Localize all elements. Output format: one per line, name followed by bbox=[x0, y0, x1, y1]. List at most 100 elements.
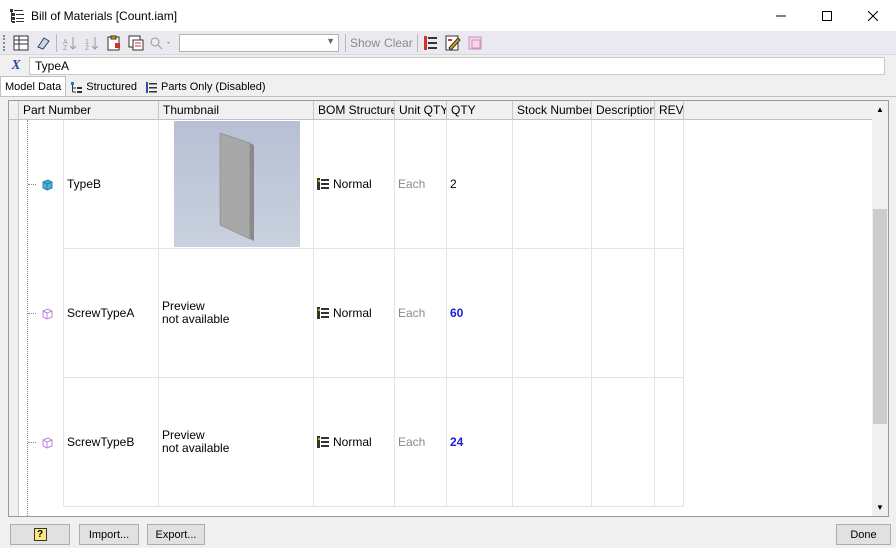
column-header-rev[interactable]: REV bbox=[655, 101, 684, 120]
filter-combo[interactable]: ▼ bbox=[179, 33, 339, 52]
bom-structure-value: Normal bbox=[333, 435, 372, 449]
description-cell[interactable] bbox=[592, 378, 655, 507]
part-number-cell[interactable]: TypeB bbox=[64, 120, 159, 249]
maximize-icon bbox=[822, 10, 832, 21]
tab-model-data[interactable]: Model Data bbox=[0, 76, 67, 96]
preview-line2: not available bbox=[162, 312, 230, 326]
show-button[interactable]: Show bbox=[348, 36, 382, 50]
bom-structure-icon bbox=[317, 178, 329, 190]
header-corner bbox=[9, 101, 19, 120]
bom-grid: Part Number Thumbnail BOM Structure Unit… bbox=[8, 100, 889, 517]
tab-label: Parts Only (Disabled) bbox=[161, 81, 266, 93]
scrollbar-thumb[interactable] bbox=[873, 209, 887, 424]
maximize-button[interactable] bbox=[804, 0, 850, 31]
name-field[interactable]: TypeA bbox=[29, 57, 885, 75]
tab-structured[interactable]: Structured bbox=[66, 78, 141, 96]
choose-columns-button[interactable] bbox=[10, 33, 32, 53]
done-button[interactable]: Done bbox=[836, 524, 891, 545]
scroll-up-button[interactable]: ▲ bbox=[872, 101, 888, 118]
column-header-bom-structure[interactable]: BOM Structure bbox=[314, 101, 395, 120]
export-button[interactable]: Export... bbox=[147, 524, 205, 545]
unit-qty-cell[interactable]: Each bbox=[395, 120, 447, 249]
bom-settings-button[interactable] bbox=[420, 33, 442, 53]
qty-cell[interactable]: 24 bbox=[447, 378, 513, 507]
tab-label: Structured bbox=[86, 81, 138, 93]
toolbar: AZ 12 ▼ Show Clear bbox=[0, 31, 896, 55]
toolbar-separator bbox=[345, 33, 346, 52]
bom-settings-icon bbox=[423, 35, 437, 50]
bom-structure-cell[interactable]: Normal bbox=[314, 378, 395, 507]
part-number-cell[interactable]: ScrewTypeB bbox=[64, 378, 159, 507]
window-title: Bill of Materials [Count.iam] bbox=[31, 8, 178, 23]
bom-structure-cell[interactable]: Normal bbox=[314, 120, 395, 249]
sort-icon: AZ bbox=[63, 36, 77, 51]
qty-cell[interactable]: 2 bbox=[447, 120, 513, 249]
edit-settings-icon bbox=[445, 35, 461, 51]
qty-cell[interactable]: 60 bbox=[447, 249, 513, 378]
disabled-tool-icon bbox=[468, 36, 482, 49]
close-icon bbox=[868, 10, 878, 21]
import-button[interactable]: Import... bbox=[79, 524, 139, 545]
unit-qty-cell[interactable]: Each bbox=[395, 378, 447, 507]
column-header-row: Part Number Thumbnail BOM Structure Unit… bbox=[9, 101, 873, 120]
description-cell[interactable] bbox=[592, 249, 655, 378]
vertical-scrollbar[interactable]: ▲ ▼ bbox=[872, 101, 888, 516]
column-header-part-number[interactable]: Part Number bbox=[19, 101, 159, 120]
sort-button[interactable]: AZ bbox=[59, 33, 81, 53]
column-header-stock-number[interactable]: Stock Number bbox=[513, 101, 592, 120]
close-button[interactable] bbox=[850, 0, 896, 31]
edit-settings-button[interactable] bbox=[442, 33, 464, 53]
part-icon-cell bbox=[29, 378, 64, 507]
tab-strip: Model Data Structured Parts Only (Disabl… bbox=[0, 76, 896, 97]
disabled-tool-button[interactable] bbox=[464, 33, 486, 53]
svg-text:2: 2 bbox=[85, 45, 89, 51]
toolbar-separator bbox=[416, 33, 418, 52]
arrow-up-icon: ▲ bbox=[876, 105, 884, 114]
compare-button[interactable] bbox=[125, 33, 147, 53]
column-header-unit-qty[interactable]: Unit QTY bbox=[395, 101, 447, 120]
table-row[interactable]: ScrewTypeA Preview not available Normal … bbox=[9, 249, 873, 378]
bom-structure-cell[interactable]: Normal bbox=[314, 249, 395, 378]
find-dropdown-icon bbox=[150, 37, 170, 49]
export-bom-button[interactable] bbox=[32, 33, 54, 53]
description-cell[interactable] bbox=[592, 120, 655, 249]
stock-number-cell[interactable] bbox=[513, 249, 592, 378]
arrow-down-icon: ▼ bbox=[876, 503, 884, 512]
svg-text:Z: Z bbox=[63, 45, 68, 51]
unit-qty-cell[interactable]: Each bbox=[395, 249, 447, 378]
bom-structure-value: Normal bbox=[333, 177, 372, 191]
structured-icon bbox=[71, 81, 83, 93]
part-thumbnail bbox=[174, 121, 300, 247]
table-icon bbox=[13, 35, 29, 50]
tab-parts-only[interactable]: Parts Only (Disabled) bbox=[141, 78, 270, 96]
thumbnail-cell: Preview not available bbox=[159, 249, 314, 378]
minimize-icon bbox=[776, 15, 786, 16]
part-icon-cell bbox=[29, 120, 64, 249]
toolbar-grip[interactable] bbox=[3, 34, 6, 51]
equation-icon[interactable]: X bbox=[3, 57, 29, 75]
find-button[interactable] bbox=[147, 33, 175, 53]
clear-button[interactable]: Clear bbox=[382, 36, 415, 50]
part-icon-cell bbox=[29, 249, 64, 378]
column-header-thumbnail[interactable]: Thumbnail bbox=[159, 101, 314, 120]
help-button[interactable]: ? bbox=[10, 524, 70, 545]
paste-button[interactable] bbox=[103, 33, 125, 53]
rev-cell[interactable] bbox=[655, 249, 684, 378]
column-header-qty[interactable]: QTY bbox=[447, 101, 513, 120]
part-number-cell[interactable]: ScrewTypeA bbox=[64, 249, 159, 378]
minimize-button[interactable] bbox=[758, 0, 804, 31]
renumber-icon: 12 bbox=[85, 36, 99, 51]
rev-cell[interactable] bbox=[655, 378, 684, 507]
table-row[interactable]: ScrewTypeB Preview not available Normal … bbox=[9, 378, 873, 507]
renumber-button[interactable]: 12 bbox=[81, 33, 103, 53]
stock-number-cell[interactable] bbox=[513, 378, 592, 507]
scroll-down-button[interactable]: ▼ bbox=[872, 499, 888, 516]
help-icon: ? bbox=[33, 528, 47, 541]
eraser-icon bbox=[37, 36, 50, 50]
rev-cell[interactable] bbox=[655, 120, 684, 249]
equation-icon-label: X bbox=[11, 58, 21, 73]
column-header-description[interactable]: Description bbox=[592, 101, 655, 120]
stock-number-cell[interactable] bbox=[513, 120, 592, 249]
table-row[interactable]: TypeB Normal Each 2 bbox=[9, 120, 873, 249]
footer-bar: ? Import... Export... Done bbox=[0, 522, 896, 548]
